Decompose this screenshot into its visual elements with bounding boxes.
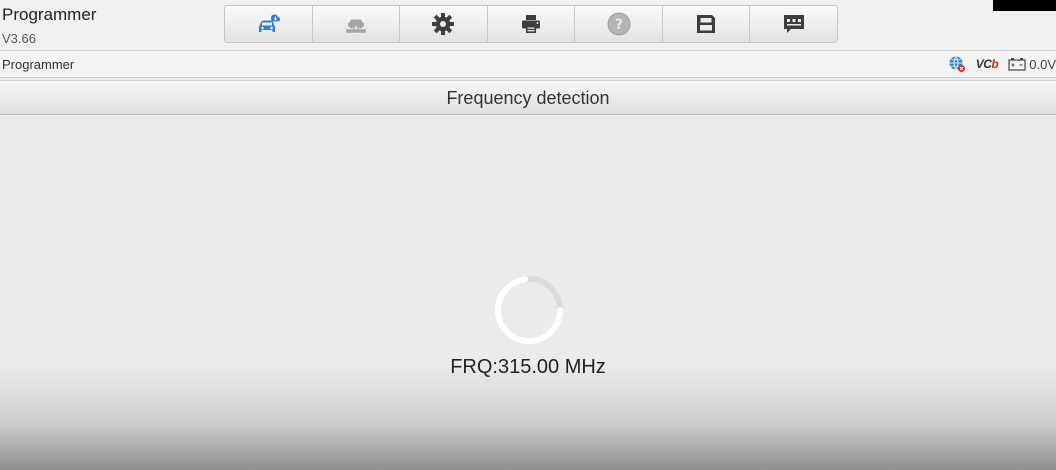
message-icon [783,15,804,33]
top-bar: Programmer V3.66 ? [0,0,1056,51]
frequency-readout: FRQ:315.00 MHz [450,356,606,378]
save-icon [697,15,716,33]
screen-notch [993,0,1056,11]
app-title: Programmer [2,5,97,24]
print-button[interactable] [488,6,576,42]
network-globe-icon [949,56,965,72]
save-button[interactable] [663,6,751,42]
help-icon: ? [607,12,631,36]
status-indicators: VCb 0.0V [948,55,1056,73]
status-bar: Programmer VCb 0.0V [0,51,1056,78]
vehicle-cloud-icon [259,14,281,32]
svg-text:?: ? [615,17,623,33]
battery-icon [1008,58,1026,71]
main-content: FRQ:315.00 MHz [0,116,1056,470]
page-header: Frequency detection [0,80,1056,115]
message-button[interactable] [750,6,837,42]
voltage-value: 0.0V [1029,56,1056,72]
vci-indicator: VCb [976,57,999,71]
vehicle-cloud-button[interactable] [225,6,313,42]
vci-suffix: b [991,57,999,71]
vehicle-lift-button[interactable] [313,6,401,42]
settings-button[interactable] [400,6,488,42]
vehicle-lift-icon [346,19,366,33]
page-title: Frequency detection [446,88,610,108]
loading-spinner [495,276,563,344]
battery-voltage: 0.0V [1008,57,1056,72]
breadcrumb: Programmer [2,57,75,72]
app-version: V3.66 [2,31,36,46]
main-toolbar: ? [224,5,838,43]
gear-icon [432,13,455,35]
vci-text: VC [975,57,992,71]
help-button[interactable]: ? [575,6,663,42]
printer-icon [522,15,541,33]
